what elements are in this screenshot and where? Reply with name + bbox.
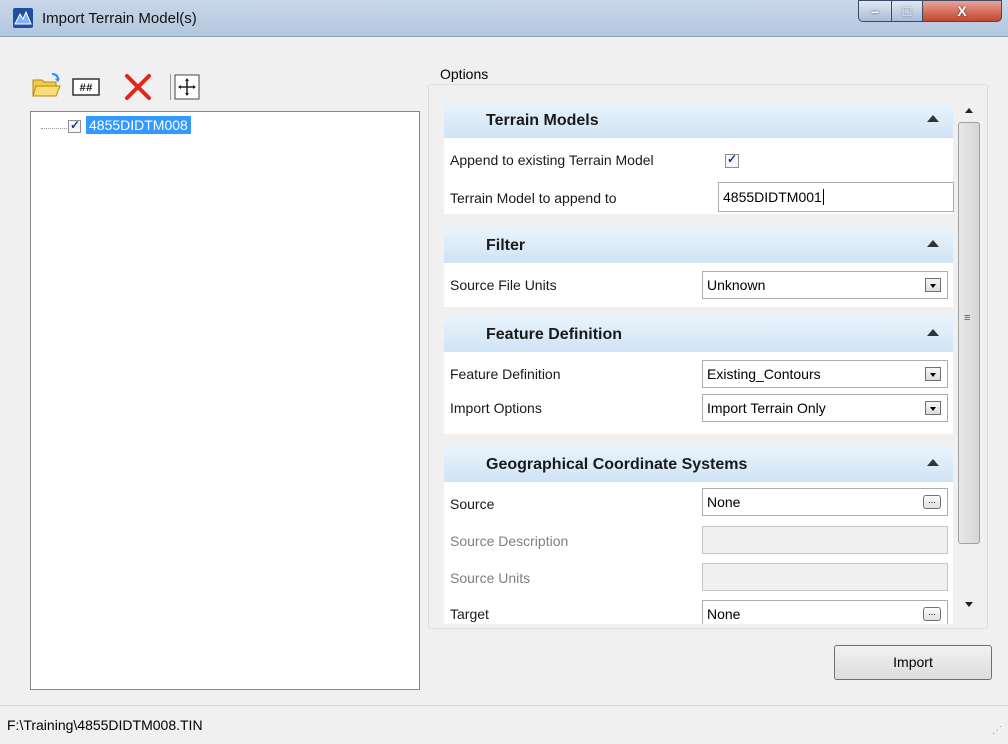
append-checkbox[interactable]	[725, 152, 739, 168]
collapse-chevron-icon[interactable]	[927, 240, 939, 247]
source-description-label: Source Description	[450, 533, 569, 549]
status-bar: F:\Training\4855DIDTM008.TIN ⋰	[0, 705, 1008, 744]
title-bar[interactable]: Import Terrain Model(s) – □ X	[0, 0, 1008, 37]
dropdown-arrow-icon[interactable]	[925, 401, 941, 415]
scroll-up-icon[interactable]	[965, 108, 973, 113]
scroll-thumb[interactable]: ≡	[958, 122, 980, 544]
resize-grip-icon[interactable]: ⋰	[992, 726, 1004, 740]
gcs-title: Geographical Coordinate Systems	[486, 456, 748, 473]
target-field[interactable]: None ...	[702, 600, 948, 624]
maximize-button[interactable]: □	[891, 0, 923, 22]
dropdown-arrow-icon[interactable]	[925, 278, 941, 292]
svg-text:##: ##	[79, 83, 93, 95]
toolbar: ##	[30, 63, 420, 110]
feature-definition-label: Feature Definition	[450, 366, 561, 382]
options-legend: Options	[440, 66, 489, 82]
tree-item-label[interactable]: 4855DIDTM008	[86, 116, 191, 134]
section-terrain-models: Terrain Models Append to existing Terrai…	[444, 102, 954, 220]
status-file-path: F:\Training\4855DIDTM008.TIN	[7, 717, 203, 733]
source-file-units-dropdown[interactable]: Unknown	[702, 271, 948, 299]
browse-ellipsis-button[interactable]: ...	[923, 607, 941, 621]
collapse-chevron-icon[interactable]	[927, 329, 939, 336]
collapse-chevron-icon[interactable]	[927, 115, 939, 122]
source-units-field	[702, 563, 948, 591]
feature-definition-dropdown[interactable]: Existing_Contours	[702, 360, 948, 388]
feature-definition-header[interactable]: Feature Definition	[444, 316, 953, 352]
source-label: Source	[450, 496, 495, 512]
fit-extents-icon[interactable]	[170, 70, 202, 102]
browse-ellipsis-button[interactable]: ...	[923, 495, 941, 509]
filter-header[interactable]: Filter	[444, 227, 953, 263]
gcs-header[interactable]: Geographical Coordinate Systems	[444, 446, 953, 482]
minimize-button[interactable]: –	[858, 0, 892, 22]
collapse-chevron-icon[interactable]	[927, 459, 939, 466]
gcs-body: Source None ... Source Description Sourc…	[444, 482, 953, 624]
append-label: Append to existing Terrain Model	[450, 152, 654, 168]
target-label: Target	[450, 606, 489, 622]
delete-x-icon[interactable]	[122, 70, 154, 102]
filter-body: Source File Units Unknown	[444, 263, 953, 307]
terrain-models-body: Append to existing Terrain Model Terrain…	[444, 138, 954, 214]
app-icon	[13, 8, 33, 28]
append-to-input[interactable]: 4855DIDTM001	[718, 182, 954, 212]
section-filter: Filter Source File Units Unknown	[444, 227, 953, 309]
tree-item-checkbox[interactable]	[68, 118, 81, 133]
terrain-tree[interactable]: 4855DIDTM008	[30, 111, 420, 690]
source-file-units-label: Source File Units	[450, 277, 557, 293]
section-feature-definition: Feature Definition Feature Definition Ex…	[444, 316, 953, 434]
options-scroll-area: Terrain Models Append to existing Terrai…	[444, 96, 956, 624]
scroll-down-icon[interactable]	[965, 602, 973, 607]
section-geographical-coordinate-systems: Geographical Coordinate Systems Source N…	[444, 446, 953, 624]
window-title: Import Terrain Model(s)	[42, 10, 197, 27]
options-scrollbar[interactable]: ≡	[956, 96, 982, 624]
append-to-label: Terrain Model to append to	[450, 190, 617, 206]
terrain-models-title: Terrain Models	[486, 112, 599, 129]
source-description-field	[702, 526, 948, 554]
feature-definition-title: Feature Definition	[486, 326, 623, 343]
terrain-models-header[interactable]: Terrain Models	[444, 102, 953, 138]
import-options-label: Import Options	[450, 400, 542, 416]
tree-connector	[41, 128, 67, 129]
close-button[interactable]: X	[922, 0, 1002, 22]
grip-icon: ≡	[964, 312, 971, 324]
filter-title: Filter	[486, 237, 526, 254]
source-field[interactable]: None ...	[702, 488, 948, 516]
open-folder-icon[interactable]	[30, 70, 62, 102]
import-options-dropdown[interactable]: Import Terrain Only	[702, 394, 948, 422]
source-units-label: Source Units	[450, 570, 531, 586]
dropdown-arrow-icon[interactable]	[925, 367, 941, 381]
left-pane: ## 4855DIDTM008	[30, 63, 420, 690]
import-terrain-window: Import Terrain Model(s) – □ X ## ✓ 4855D…	[0, 0, 1008, 744]
feature-definition-body: Feature Definition Existing_Contours Imp…	[444, 352, 953, 434]
grid-icon[interactable]: ##	[70, 70, 102, 102]
import-button[interactable]: Import	[834, 645, 992, 680]
